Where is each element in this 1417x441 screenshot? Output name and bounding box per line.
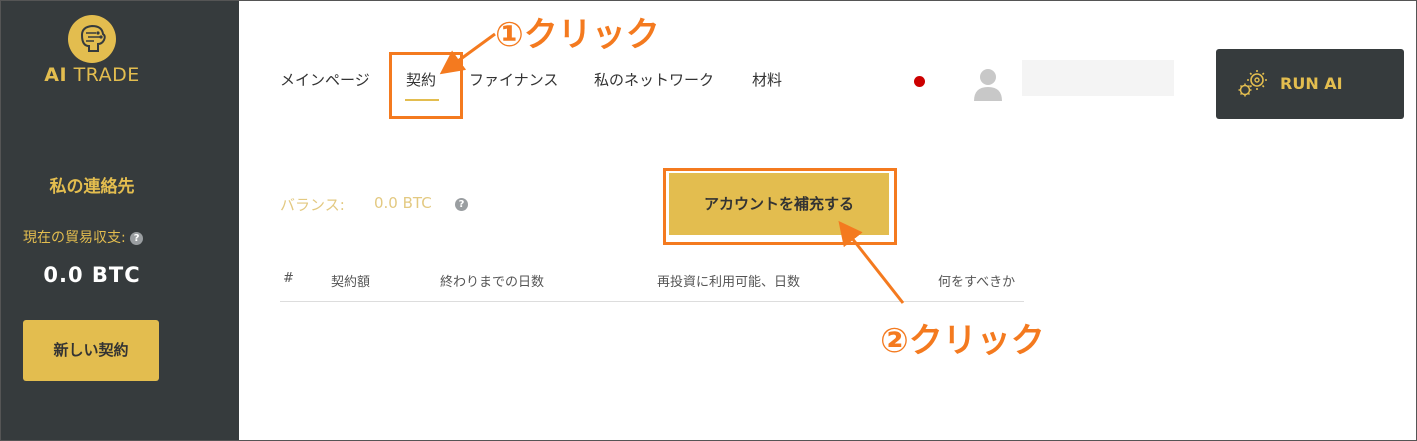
app-window: AI TRADE 私の連絡先 現在の貿易収支: ? 0.0 BTC 新しい契約 … [0,0,1417,441]
annotation-arrow-1 [439,32,496,75]
annotation-arrow-2 [838,220,905,304]
annotation-arrows [439,32,905,304]
